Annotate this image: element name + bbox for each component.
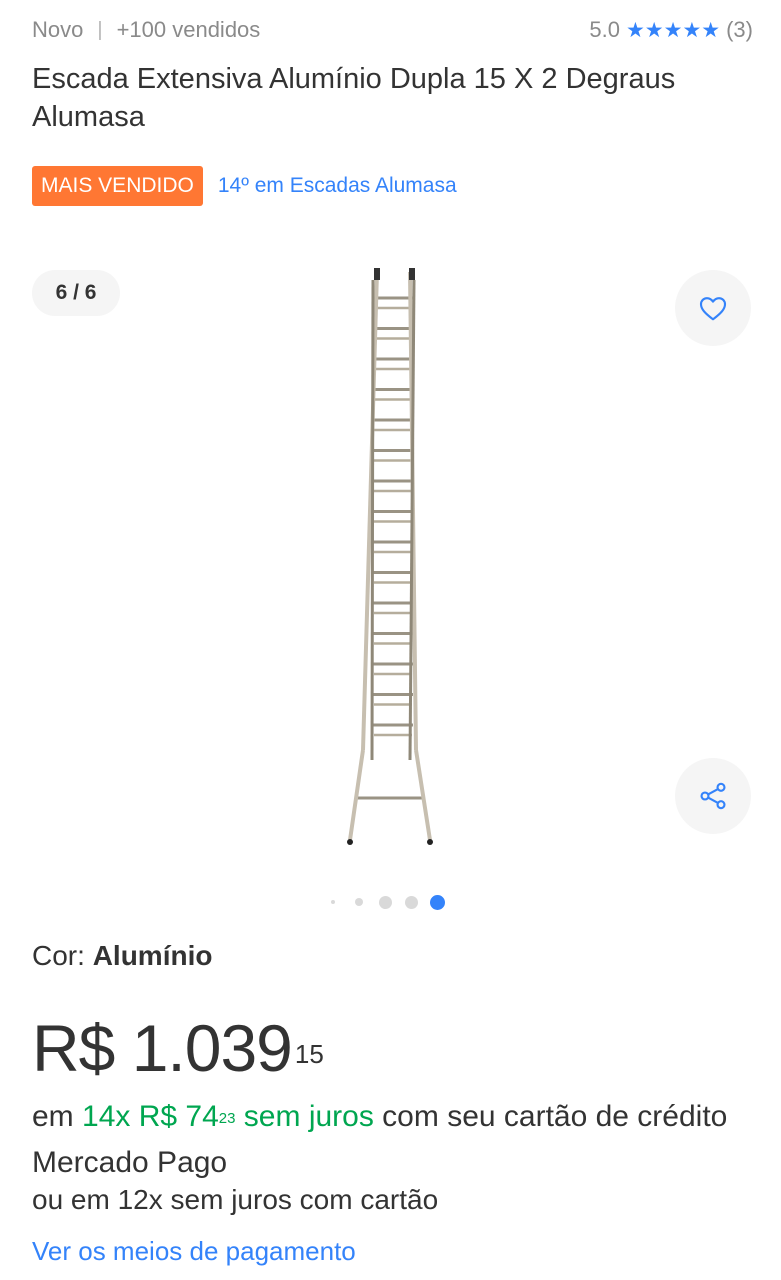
product-title: Escada Extensiva Alumínio Dupla 15 X 2 D… — [32, 63, 676, 133]
color-label: Cor: — [32, 940, 93, 971]
image-gallery[interactable]: 6 / 6 — [0, 240, 781, 930]
sales-info: Novo | +100 vendidos — [32, 17, 260, 43]
product-image — [347, 268, 433, 845]
price: R$ 1.039 15 — [32, 1010, 324, 1086]
condition-label: Novo — [32, 17, 84, 42]
sold-count: +100 vendidos — [116, 17, 261, 42]
color-variant: Cor: Alumínio — [32, 940, 212, 972]
installments-interest: sem juros — [235, 1100, 374, 1133]
other-installments: ou em 12x sem juros com cartão — [32, 1184, 439, 1215]
carousel-dots[interactable] — [0, 892, 781, 912]
installments-prefix: em — [32, 1100, 83, 1133]
review-count: (3) — [726, 17, 753, 42]
carousel-dot[interactable] — [331, 900, 335, 904]
star-icon: ★ — [663, 18, 683, 42]
product-meta-row: Novo | +100 vendidos 5.0 ★ ★ ★ ★ ★ (3) — [32, 14, 753, 46]
carousel-dot[interactable] — [429, 894, 445, 910]
share-icon — [700, 782, 726, 810]
share-button[interactable] — [675, 758, 751, 834]
meta-separator: | — [97, 18, 103, 41]
category-ranking-link[interactable]: 14º em Escadas Alumasa — [218, 174, 457, 198]
rating-summary[interactable]: 5.0 ★ ★ ★ ★ ★ (3) — [589, 17, 753, 43]
image-counter: 6 / 6 — [32, 270, 120, 316]
heart-icon — [699, 297, 727, 321]
badge-row: MAIS VENDIDO 14º em Escadas Alumasa — [32, 166, 457, 206]
star-icon: ★ — [682, 18, 702, 42]
payment-methods-link[interactable]: Ver os meios de pagamento — [32, 1236, 356, 1267]
best-seller-badge: MAIS VENDIDO — [32, 166, 203, 206]
price-cents: 15 — [294, 1039, 324, 1069]
star-icon: ★ — [625, 18, 645, 42]
star-icon: ★ — [701, 18, 721, 42]
price-currency: R$ — [32, 1011, 115, 1085]
star-icon: ★ — [644, 18, 664, 42]
rating-stars: ★ ★ ★ ★ ★ — [626, 20, 720, 41]
carousel-dot[interactable] — [378, 895, 392, 909]
carousel-dot[interactable] — [404, 895, 418, 909]
price-amount: 1.039 — [131, 1011, 293, 1085]
installments-count: 14x R$ 74 — [82, 1100, 219, 1133]
installments-info: em 14x R$ 7423 sem juros com seu cartão … — [32, 1094, 762, 1186]
favorite-button[interactable] — [675, 270, 751, 346]
carousel-dot[interactable] — [355, 898, 363, 906]
installments-cents: 23 — [218, 1110, 236, 1127]
color-value: Alumínio — [92, 940, 213, 971]
rating-value: 5.0 — [589, 17, 620, 42]
